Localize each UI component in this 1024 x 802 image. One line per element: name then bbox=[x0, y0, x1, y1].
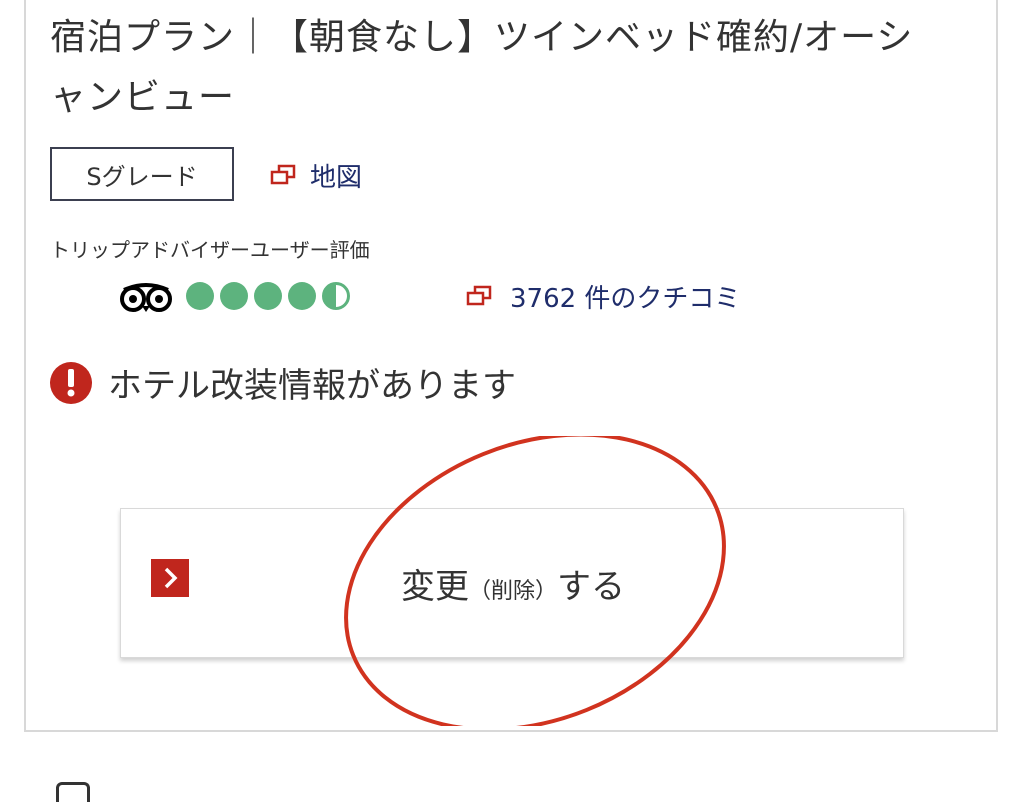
rating-bubble bbox=[186, 282, 214, 310]
tripadvisor-rating-label: トリップアドバイザーユーザー評価 bbox=[50, 238, 370, 262]
renovation-notice-text: ホテル改装情報があります bbox=[108, 366, 516, 406]
renovation-notice[interactable]: ホテル改装情報があります bbox=[50, 358, 516, 407]
reviews-count-label: 3762 件のクチコミ bbox=[510, 283, 741, 314]
alert-icon bbox=[50, 361, 92, 404]
change-button-label-sub: （削除） bbox=[469, 579, 558, 604]
change-button-label: 変更（削除）する bbox=[401, 559, 625, 608]
change-button-label-end: する bbox=[557, 567, 626, 607]
change-button-label-main: 変更 bbox=[401, 567, 469, 607]
tripadvisor-owl-icon bbox=[120, 283, 172, 312]
rating-bubble bbox=[322, 282, 350, 310]
map-link[interactable]: 地図 bbox=[270, 155, 362, 195]
rating-bubble bbox=[220, 282, 248, 310]
next-section-icon bbox=[56, 782, 90, 802]
rating-bubbles bbox=[186, 282, 350, 310]
external-window-icon bbox=[466, 285, 492, 306]
change-delete-button[interactable]: 変更（削除）する bbox=[120, 508, 904, 658]
external-window-icon bbox=[270, 164, 296, 185]
reviews-link[interactable]: 3762 件のクチコミ bbox=[466, 276, 740, 316]
chevron-right-icon bbox=[151, 559, 189, 597]
plan-title: 宿泊プラン｜【朝食なし】ツインベッド確約/オーシャンビュー bbox=[50, 17, 914, 118]
grade-badge: Sグレード bbox=[50, 147, 234, 201]
rating-bubble bbox=[254, 282, 282, 310]
map-link-label: 地図 bbox=[310, 162, 363, 193]
rating-bubble bbox=[288, 282, 316, 310]
